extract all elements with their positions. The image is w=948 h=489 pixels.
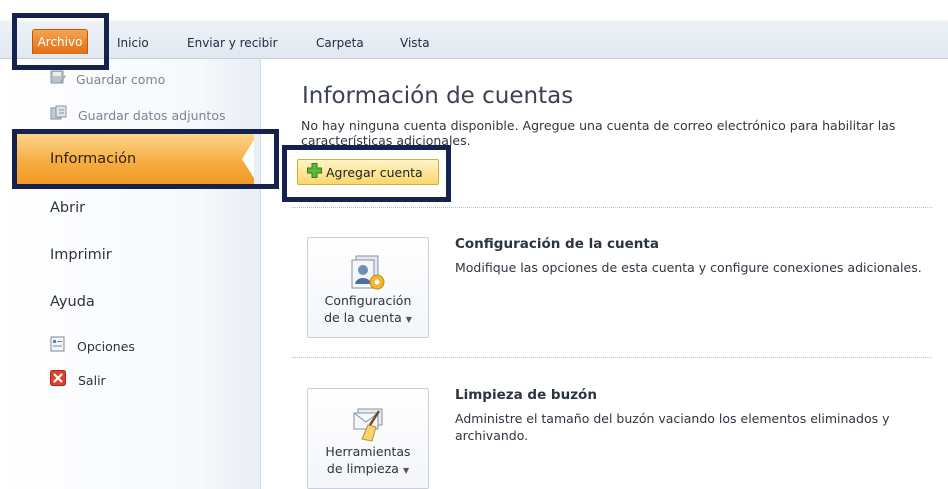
options-label: Opciones bbox=[77, 339, 135, 354]
account-settings-line1: Configuración bbox=[324, 293, 412, 308]
section-divider bbox=[292, 357, 932, 358]
tab-enviar-y-recibir[interactable]: Enviar y recibir bbox=[183, 33, 282, 53]
save-attachments-icon bbox=[50, 105, 68, 127]
add-account-label: Agregar cuenta bbox=[326, 164, 423, 180]
section-divider bbox=[292, 207, 932, 208]
page-title: Información de cuentas bbox=[302, 83, 574, 109]
plus-icon bbox=[307, 163, 322, 181]
save-as-icon bbox=[50, 69, 66, 91]
account-settings-icon bbox=[308, 252, 428, 292]
options-icon bbox=[50, 336, 65, 358]
nav-informacion[interactable]: Información bbox=[14, 134, 254, 184]
save-as-button[interactable]: Guardar como bbox=[50, 70, 165, 90]
tab-vista[interactable]: Vista bbox=[396, 33, 434, 53]
save-attachments-button[interactable]: Guardar datos adjuntos bbox=[50, 105, 226, 127]
no-account-notice: No hay ninguna cuenta disponible. Agregu… bbox=[301, 118, 896, 148]
chevron-down-icon: ▼ bbox=[402, 466, 410, 475]
chevron-down-icon: ▼ bbox=[405, 315, 412, 324]
account-settings-button[interactable]: Configuración de la cuenta ▼ bbox=[307, 237, 429, 338]
mailbox-cleanup-title: Limpieza de buzón bbox=[455, 387, 597, 403]
selected-pointer-icon bbox=[242, 140, 254, 178]
tab-carpeta[interactable]: Carpeta bbox=[312, 33, 368, 53]
account-settings-title: Configuración de la cuenta bbox=[455, 236, 659, 252]
cleanup-tools-line2: de limpieza bbox=[326, 461, 399, 476]
exit-button[interactable]: Salir bbox=[50, 370, 106, 392]
tab-archivo[interactable]: Archivo bbox=[32, 29, 88, 54]
account-settings-line2: de la cuenta bbox=[324, 310, 402, 325]
save-attachments-label: Guardar datos adjuntos bbox=[78, 108, 226, 123]
cleanup-tools-icon bbox=[308, 403, 428, 443]
nav-abrir[interactable]: Abrir bbox=[50, 196, 85, 220]
cleanup-tools-line1: Herramientas bbox=[325, 444, 411, 459]
exit-label: Salir bbox=[78, 373, 106, 388]
close-icon bbox=[50, 370, 66, 392]
account-settings-description: Modifique las opciones de esta cuenta y … bbox=[455, 260, 922, 275]
options-button[interactable]: Opciones bbox=[50, 336, 135, 358]
cleanup-tools-button[interactable]: Herramientas de limpieza ▼ bbox=[307, 388, 429, 489]
nav-ayuda[interactable]: Ayuda bbox=[50, 290, 95, 314]
nav-imprimir[interactable]: Imprimir bbox=[50, 243, 112, 267]
outlook-backstage-window: Archivo Inicio Enviar y recibir Carpeta … bbox=[0, 0, 948, 489]
tab-inicio[interactable]: Inicio bbox=[113, 33, 153, 53]
save-as-label: Guardar como bbox=[76, 72, 166, 87]
mailbox-cleanup-description: Administre el tamaño del buzón vaciando … bbox=[455, 411, 890, 443]
ribbon-tab-bar: Archivo Inicio Enviar y recibir Carpeta … bbox=[0, 0, 948, 59]
add-account-button[interactable]: Agregar cuenta bbox=[297, 159, 439, 185]
